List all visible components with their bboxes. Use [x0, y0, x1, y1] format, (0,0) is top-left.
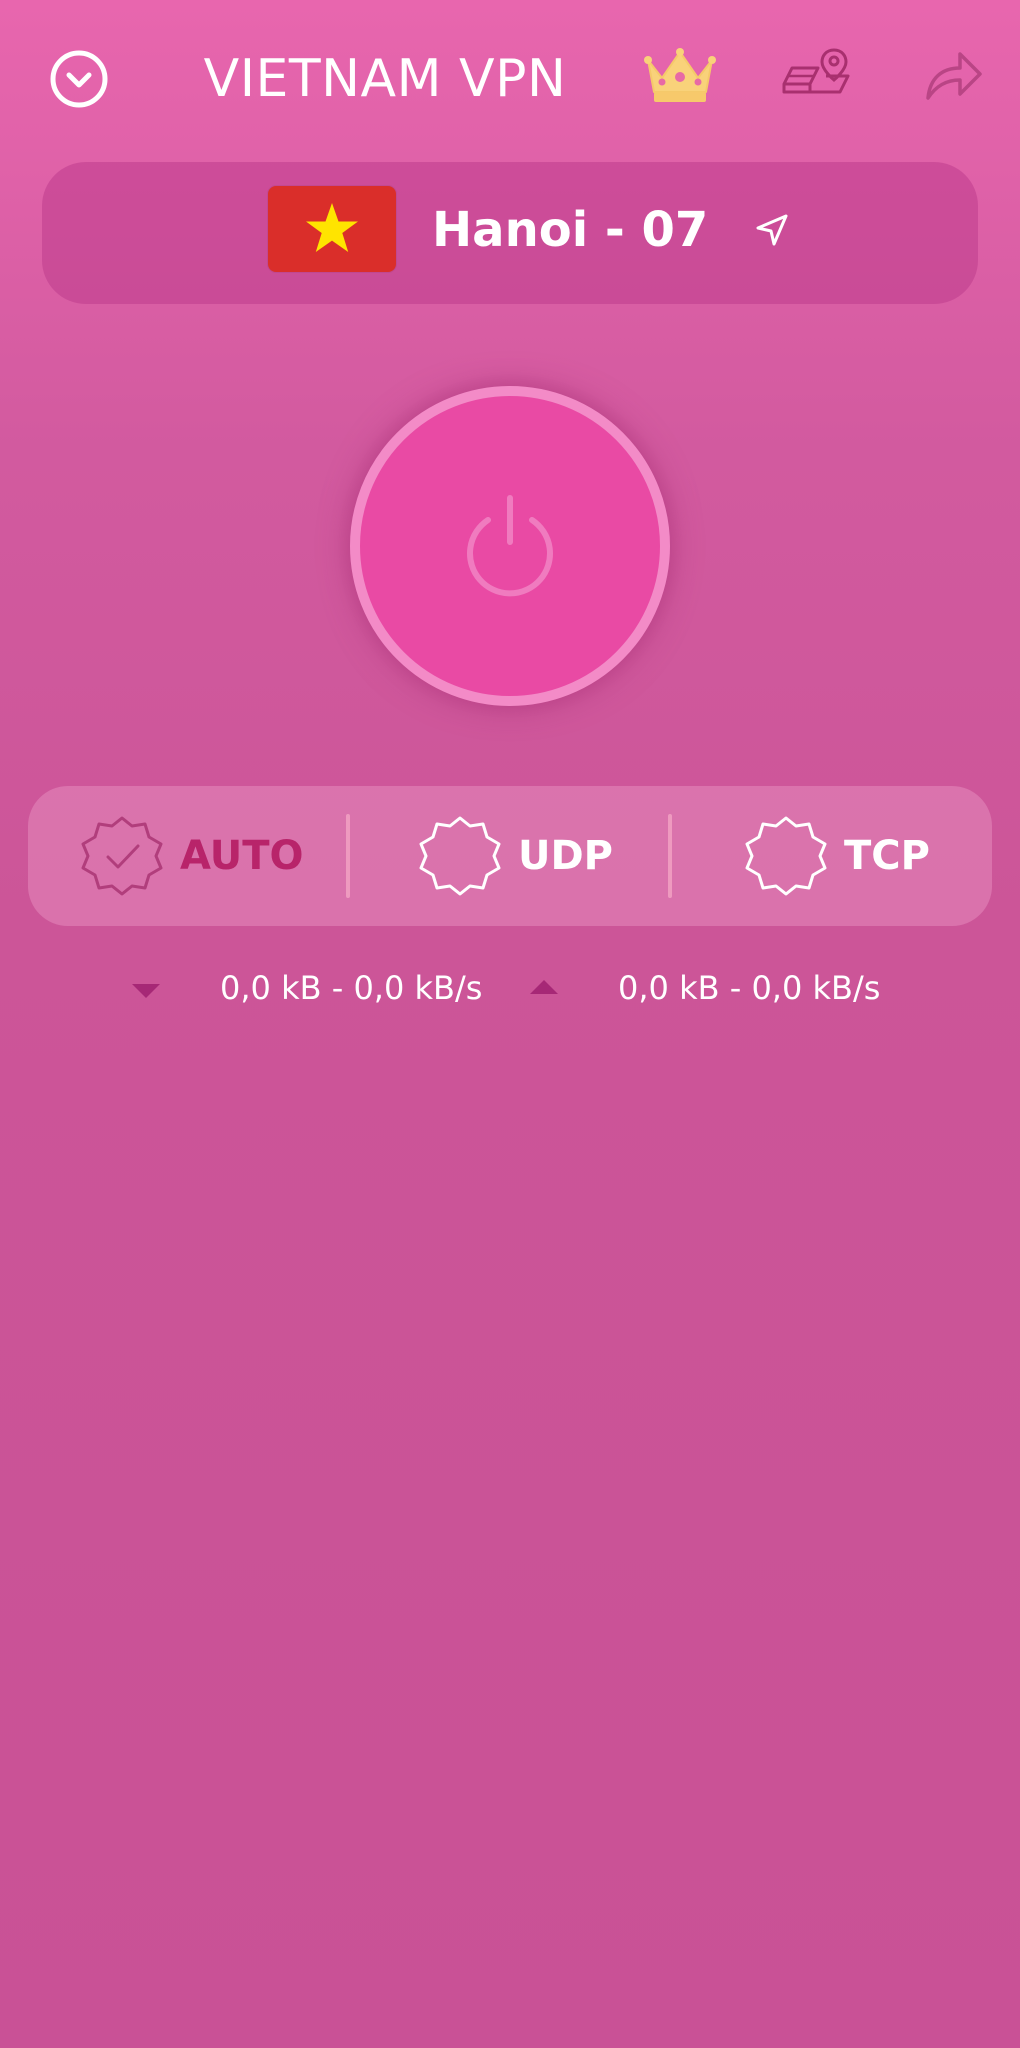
- upload-stat: 0,0 kB - 0,0 kB/s: [618, 969, 881, 1007]
- upload-arrow-icon: [530, 980, 558, 994]
- divider: [346, 814, 350, 898]
- protocol-tcp-label: TCP: [844, 833, 930, 879]
- vietnam-flag-icon: [268, 186, 396, 272]
- app-header: VIETNAM VPN: [0, 0, 1020, 150]
- power-icon: [450, 484, 570, 609]
- protocol-auto-option[interactable]: AUTO: [78, 786, 338, 926]
- protocol-auto-label: AUTO: [180, 833, 304, 879]
- share-arrow-icon[interactable]: [920, 44, 986, 106]
- app-title: VIETNAM VPN: [203, 49, 567, 109]
- badge-check-icon: [78, 812, 166, 900]
- crown-icon[interactable]: [640, 44, 720, 106]
- badge-icon: [742, 812, 830, 900]
- traffic-stats: 0,0 kB - 0,0 kB/s 0,0 kB - 0,0 kB/s: [0, 962, 1020, 1018]
- download-stat: 0,0 kB - 0,0 kB/s: [220, 969, 483, 1007]
- map-location-icon[interactable]: [778, 44, 854, 106]
- divider: [668, 814, 672, 898]
- server-name: Hanoi - 07: [432, 202, 709, 258]
- protocol-udp-option[interactable]: UDP: [416, 786, 656, 926]
- protocol-udp-label: UDP: [518, 833, 613, 879]
- download-arrow-icon: [132, 984, 160, 998]
- protocol-selector: AUTO UDP TCP: [28, 786, 992, 926]
- server-selector[interactable]: Hanoi - 07: [42, 162, 978, 304]
- chevron-down-circle-icon[interactable]: [48, 48, 110, 110]
- protocol-tcp-option[interactable]: TCP: [742, 786, 982, 926]
- badge-icon: [416, 812, 504, 900]
- navigation-arrow-icon: [754, 212, 790, 248]
- power-button[interactable]: [350, 386, 670, 706]
